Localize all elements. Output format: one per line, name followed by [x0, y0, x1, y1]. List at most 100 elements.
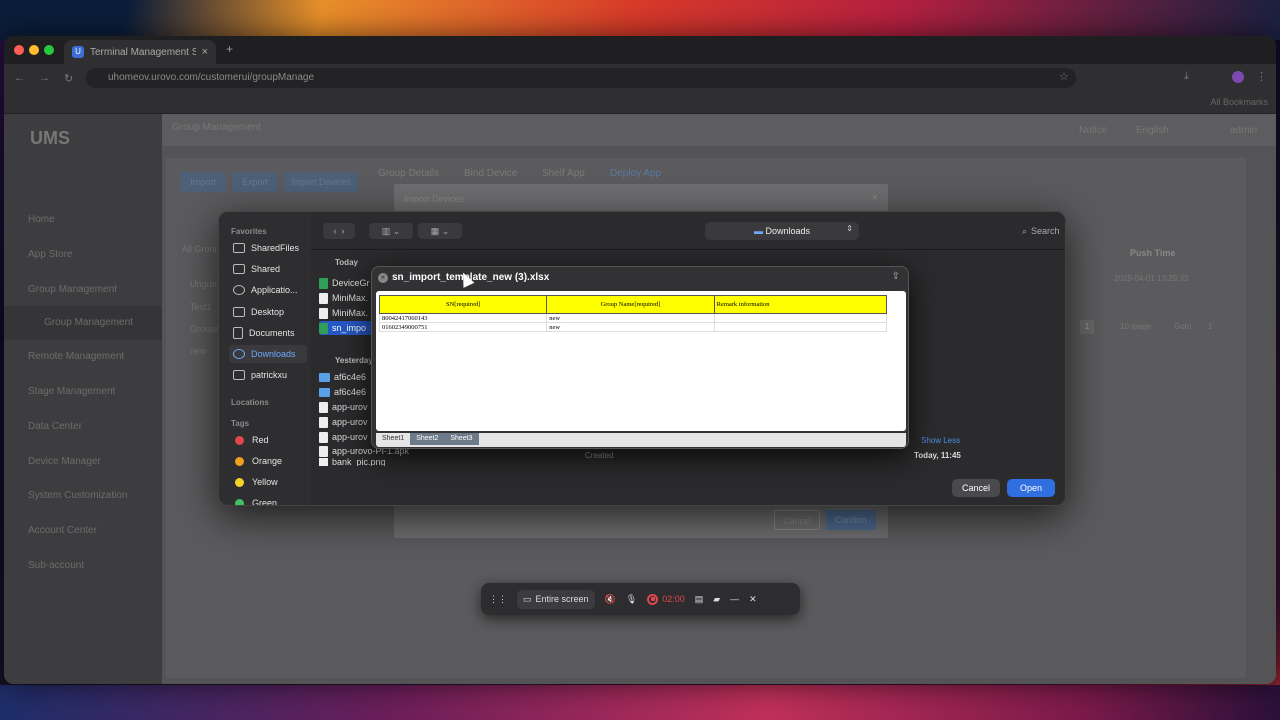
tag-yellow[interactable]: Yellow [229, 473, 307, 491]
nav-remote-management[interactable]: Remote Management [4, 340, 162, 374]
language-select[interactable]: English [1136, 125, 1169, 136]
browser-tab[interactable]: U Terminal Management System × [64, 40, 216, 64]
nav-home[interactable]: Home [4, 203, 162, 237]
download-icon[interactable]: ⤓ [1184, 70, 1189, 83]
profile-avatar[interactable] [1232, 71, 1244, 83]
location-select[interactable]: ▬ Downloads ⇕ [705, 222, 859, 240]
nav-group-management[interactable]: Group Management [4, 273, 162, 307]
nav-data-center[interactable]: Data Center [4, 410, 162, 444]
nav-device-manager[interactable]: Device Manager [4, 445, 162, 479]
back-forward-buttons[interactable]: ‹ › [323, 223, 355, 239]
header-row: SN[required] Group Name[required] Remark… [378, 295, 888, 314]
all-bookmarks-link[interactable]: All Bookmarks [1210, 97, 1268, 107]
minimize-window-button[interactable] [29, 45, 39, 55]
file-name: MiniMax. [332, 308, 369, 318]
tree-test1[interactable]: Test1 [190, 302, 212, 312]
folder-icon[interactable]: ▰ [713, 594, 720, 605]
pagination-current[interactable]: 1 [1080, 320, 1094, 334]
drag-handle-icon[interactable]: ⋮⋮ [489, 594, 507, 605]
group-view-select[interactable]: ▦ ⌄ [418, 223, 462, 239]
nav-system-customization[interactable]: System Customization [4, 479, 162, 513]
site-favicon-icon: U [72, 46, 84, 58]
fav-home[interactable]: patrickxu [229, 366, 307, 384]
new-tab-icon[interactable]: + [226, 42, 233, 56]
share-icon[interactable]: ⇪ [892, 271, 900, 282]
nav-group-management-sub[interactable]: Group Management [4, 306, 162, 340]
import-dialog-title: Import Devices [404, 194, 465, 204]
import-cancel-button[interactable]: Cancel [774, 510, 820, 530]
fav-desktop[interactable]: Desktop [229, 303, 307, 321]
sheet-tab-2[interactable]: Sheet2 [410, 433, 445, 445]
created-value: Today, 11:45 [914, 451, 961, 460]
fav-documents[interactable]: Documents [229, 324, 307, 342]
nav-sub-account[interactable]: Sub-account [4, 549, 162, 583]
forward-icon[interactable]: › [342, 226, 345, 236]
address-bar[interactable]: uhomeov.urovo.com/customerui/groupManage [86, 68, 1076, 88]
per-page-select[interactable]: 10 /page [1120, 322, 1151, 331]
tag-orange[interactable]: Orange [229, 452, 307, 470]
app-sidebar: UMS Home App Store Group Management Grou… [4, 114, 162, 684]
fav-sharedfiles[interactable]: SharedFiles [229, 239, 307, 257]
home-icon [233, 370, 245, 380]
fav-label: Desktop [251, 307, 285, 317]
maximize-window-button[interactable] [44, 45, 54, 55]
nav-account-center[interactable]: Account Center [4, 514, 162, 548]
browser-menu-icon[interactable]: ⋮ [1256, 70, 1267, 83]
tag-label: Yellow [252, 477, 278, 487]
file-row[interactable]: bank_pic.png [319, 458, 399, 466]
minimize-icon[interactable]: — [730, 594, 739, 604]
column-header: Remark information [713, 295, 888, 314]
import-button[interactable]: Import [180, 172, 226, 192]
user-menu[interactable]: admin [1230, 125, 1257, 136]
tab-deploy-app[interactable]: Deploy App [610, 168, 661, 179]
speaker-muted-icon[interactable]: 🔇 [605, 594, 616, 605]
nav-app-store[interactable]: App Store [4, 238, 162, 272]
mic-muted-icon[interactable]: 🎙 [626, 594, 637, 605]
close-tab-icon[interactable]: × [202, 46, 208, 58]
tree-groupa[interactable]: GroupA [190, 324, 221, 334]
spreadsheet-icon [319, 277, 328, 289]
fav-shared[interactable]: Shared [229, 260, 307, 278]
tree-all-group[interactable]: All Group [182, 244, 220, 254]
push-time-value: 2025-04-01 13:29:33 [1114, 274, 1189, 283]
cancel-button[interactable]: Cancel [952, 479, 1000, 497]
tag-red[interactable]: Red [229, 431, 307, 449]
forward-icon[interactable]: → [39, 72, 50, 84]
import-dialog-close-icon[interactable]: × [872, 192, 878, 204]
search-field[interactable]: ⌕ Search [1018, 222, 1065, 240]
tree-new[interactable]: new [190, 346, 207, 356]
file-icon[interactable]: ▤ [695, 594, 704, 605]
import-devices-button[interactable]: Import Devices [284, 172, 358, 192]
reload-icon[interactable]: ↻ [64, 72, 73, 85]
tab-bind-device[interactable]: Bind Device [464, 168, 517, 179]
close-icon[interactable]: ✕ [749, 594, 757, 605]
screen-label: Entire screen [535, 594, 589, 604]
goto-input[interactable]: 1 [1208, 322, 1212, 331]
back-icon[interactable]: ← [14, 72, 25, 84]
export-button[interactable]: Export [232, 172, 278, 192]
column-view-select[interactable]: ▥ ⌄ [369, 223, 413, 239]
tag-label: Red [252, 435, 269, 445]
stop-recording-button[interactable]: 02:00 [647, 593, 685, 605]
quick-look-preview: × sn_import_template_new (3).xlsx ⇪ SN[r… [371, 266, 909, 449]
tab-shelf-app[interactable]: Shelf App [542, 168, 585, 179]
fav-downloads[interactable]: Downloads [229, 345, 307, 363]
back-icon[interactable]: ‹ [333, 226, 336, 236]
open-button[interactable]: Open [1007, 479, 1055, 497]
nav-stage-management[interactable]: Stage Management [4, 375, 162, 409]
notice-link[interactable]: Notice [1079, 125, 1107, 136]
push-time-header: Push Time [1130, 248, 1176, 258]
close-window-button[interactable] [14, 45, 24, 55]
close-preview-icon[interactable]: × [378, 273, 388, 283]
tag-green[interactable]: Green [229, 494, 307, 505]
folder-icon [319, 387, 330, 397]
tab-group-details[interactable]: Group Details [378, 168, 439, 179]
sheet-tab-3[interactable]: Sheet3 [444, 433, 479, 445]
sheet-tab-1[interactable]: Sheet1 [376, 433, 410, 445]
show-less-link[interactable]: Show Less [921, 436, 960, 445]
downloads-icon [233, 349, 245, 359]
fav-applications[interactable]: Applicatio... [229, 281, 307, 299]
import-confirm-button[interactable]: Confirm [826, 510, 876, 530]
entire-screen-button[interactable]: ▭ Entire screen [517, 589, 595, 609]
bookmark-star-icon[interactable]: ☆ [1059, 70, 1069, 83]
